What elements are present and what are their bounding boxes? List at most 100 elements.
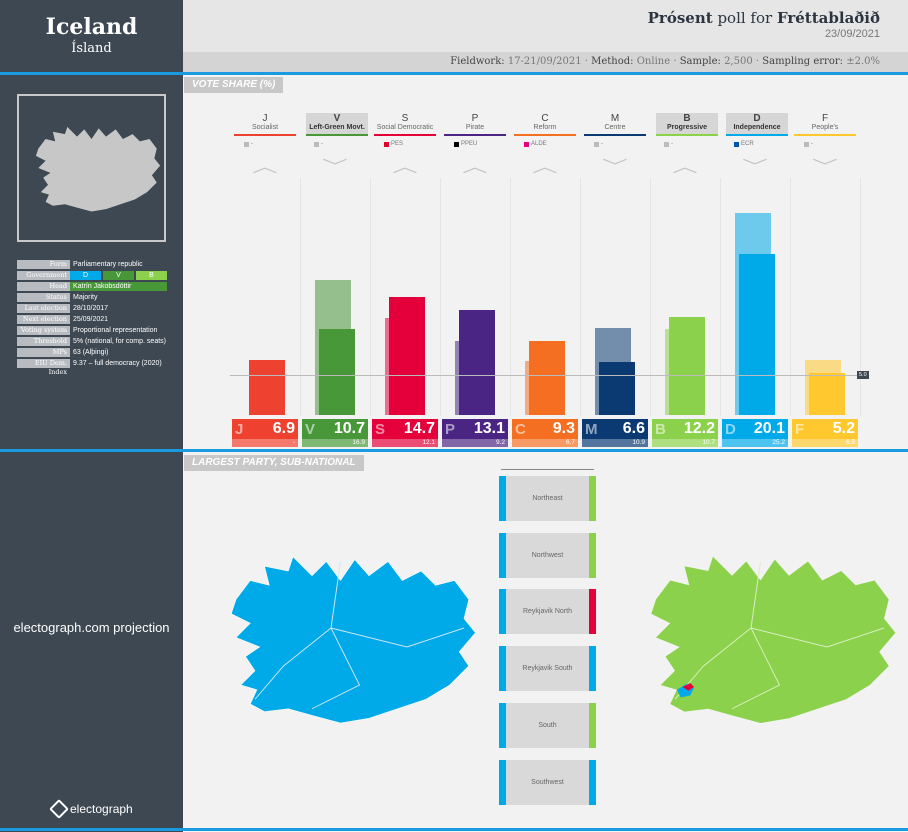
government-party: D [70,271,101,280]
info-value: 63 (Alþingi) [73,349,109,356]
electograph-logo[interactable]: electograph [49,799,133,819]
pollster: Prósent [647,9,713,27]
locator-map [17,94,166,242]
district-row[interactable]: Southwest [499,759,596,805]
info-key: Status [17,293,70,302]
grid-line [370,178,371,416]
info-key: Form [17,260,70,269]
party-header-P[interactable]: P Pirate [444,113,506,136]
info-value: Majority [73,294,98,301]
value-box: F 5.2 6.9 [792,419,858,447]
grid-line [650,178,651,416]
projected-largest-party-map [651,556,896,723]
party-header-J[interactable]: J Socialist [234,113,296,136]
party-logo-icon: F [795,421,805,438]
value-box: J 6.9- [232,419,298,447]
district-row[interactable]: Northeast [499,476,596,521]
grid-line [790,178,791,416]
threshold-line [230,375,858,376]
party-logo-icon: B [655,421,666,438]
info-key: Government [17,271,70,280]
district-row[interactable]: Reykjavik South [499,646,596,692]
value-box: C 9.3 6.7 [512,419,578,447]
party-logo-icon: J [235,421,244,438]
grid-line [440,178,441,416]
info-key: EIU Dem. Index [17,359,70,376]
bar-current [459,310,495,415]
info-row: Status Majority [17,293,167,302]
district-name: South [538,721,557,729]
party-header-F[interactable]: F People's [794,113,856,136]
value-box: D 20.1 25.2 [722,419,788,447]
info-key: Head [17,282,70,291]
trend-down-icon: ﹀ [812,159,838,176]
party-header-V[interactable]: V Left-Green Movt. [306,113,368,136]
party-logo-icon: C [515,421,526,438]
divider [0,72,908,75]
party-header-M[interactable]: M Centre [584,113,646,136]
party-group: - [244,141,253,147]
client: Fréttablaðið [776,9,880,27]
party-group: PPEU [454,141,477,147]
value-box: B 12.2 10.7 [652,419,718,447]
divider [0,449,908,452]
value-box: V 10.7 16.9 [302,419,368,447]
info-key: Last election [17,304,70,313]
party-group: ECR [734,141,754,147]
info-row: Next election 25/09/2021 [17,315,167,324]
country-name: Iceland [45,14,138,40]
party-header-B[interactable]: B Progressive [656,113,718,136]
info-row: Last election 28/10/2017 [17,304,167,313]
current-largest-party-map [230,556,476,724]
info-value: 25/09/2021 [73,316,109,323]
info-value: Katrín Jakobsdóttir [70,282,167,291]
info-row: Government D V B [17,271,167,280]
section-vote-share: VOTE SHARE (%) [184,77,284,93]
value-box: S 14.7 12.1 [372,419,438,447]
info-key: Voting system [17,326,70,335]
grid-line [300,178,301,416]
government-party: V [103,271,134,280]
info-row: Voting system Proportional representation [17,326,167,335]
party-logo-icon: M [585,421,598,438]
poll-date: 23/09/2021 [824,28,880,40]
party-header-C[interactable]: C Reform [514,113,576,136]
info-value: 9.37 – full democracy (2020) [73,360,162,367]
info-row: Threshold 5% (national, for comp. seats) [17,337,167,346]
bar-current [599,362,635,415]
district-name: Northeast [532,495,563,502]
poll-title: Prósent poll for Fréttablaðið [648,9,880,27]
party-group: - [314,141,323,147]
party-group: PES [384,141,403,147]
bar-current [319,329,355,415]
threshold-label: 5.0 [857,371,869,379]
section-subnational: LARGEST PARTY, SUB-NATIONAL [184,455,364,471]
district-row[interactable]: Northwest [499,532,596,578]
info-value: 5% (national, for comp. seats) [73,338,166,345]
party-group: ALDE [524,141,547,147]
party-header-S[interactable]: S Social Democratic [374,113,436,136]
country-local-name: Ísland [71,41,112,56]
bar-current [669,317,705,415]
district-name: Reykjavik North [522,608,572,616]
bar-current [529,340,565,415]
party-logo-icon: S [375,421,386,438]
district-name: Reykjavik South [522,665,573,673]
district-name: Southwest [531,778,564,786]
value-box: M 6.6 10.9 [582,419,648,447]
info-value: 28/10/2017 [73,305,109,312]
district-row[interactable]: South [499,702,596,748]
grid-line [580,178,581,416]
bar-current [389,297,425,415]
party-header-D[interactable]: D Independence [726,113,788,136]
info-key: MPs [17,348,70,357]
divider [0,828,908,831]
party-logo-icon: D [725,421,736,438]
government-party: B [136,271,167,280]
bar-current [739,254,775,415]
info-row: Head Katrín Jakobsdóttir [17,282,167,291]
district-row[interactable]: Reykjavik North [499,589,596,635]
poll-for: poll for [717,9,773,27]
info-value: Proportional representation [73,327,158,334]
info-row: Form Parliamentary republic [17,260,167,269]
